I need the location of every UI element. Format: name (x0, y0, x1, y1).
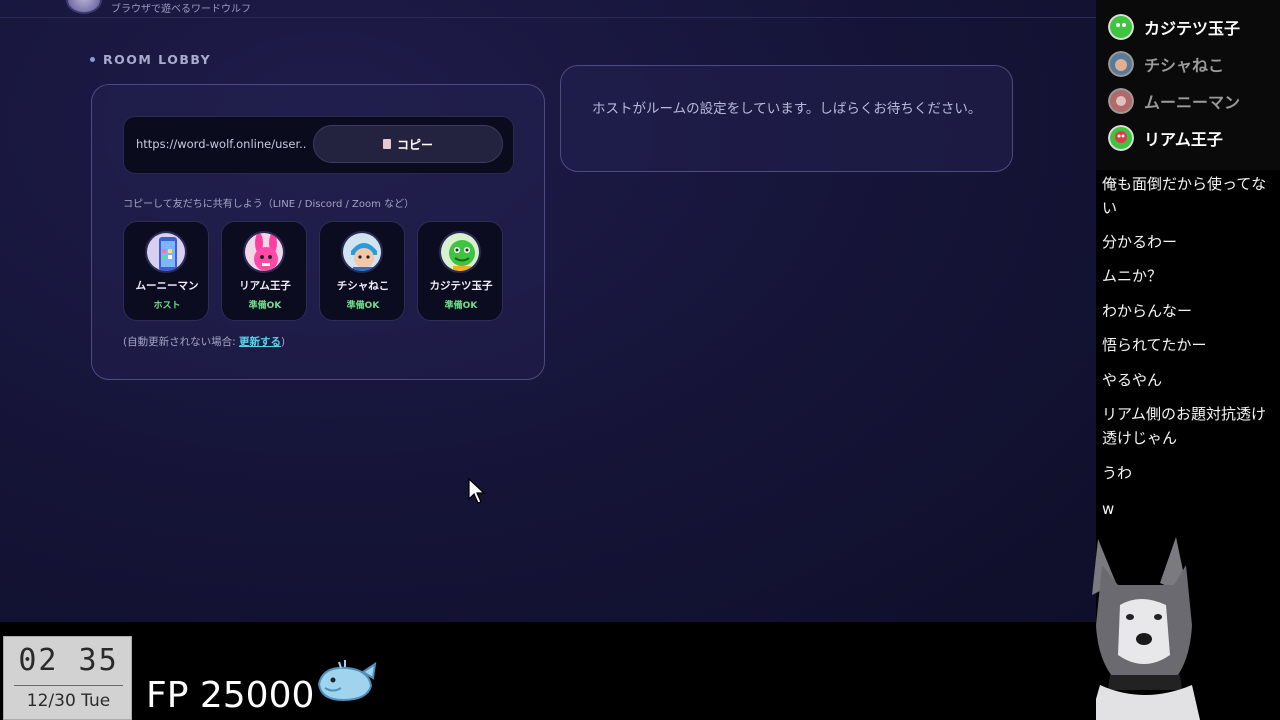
section-label-text: ROOM LOBBY (103, 52, 212, 67)
player-status: 準備OK (346, 301, 380, 311)
room-lobby-label: ROOM LOBBY (90, 52, 211, 67)
pink-rabbit-avatar-icon (243, 231, 285, 273)
auto-update-text: (自動更新されない場合: 更新する) (123, 334, 285, 349)
comment-item: わからんなー (1102, 302, 1193, 320)
copy-button-label: コピー (396, 137, 433, 152)
phone-avatar-icon (145, 231, 187, 273)
player-name: リアム王子 (239, 280, 291, 292)
lobby-panel: https://word-wolf.online/user... コピー コピー… (91, 84, 545, 380)
game-header: ブラウザで遊べるワードウルフ (0, 0, 1096, 18)
player-card: ムーニーマン ホスト (123, 221, 209, 321)
player-status: ホスト (153, 301, 181, 311)
viewer-avatar-icon (1108, 88, 1134, 114)
room-url-box: https://word-wolf.online/user... コピー (123, 116, 514, 174)
comment-item: 俺も面倒だから使ってない (1102, 175, 1267, 217)
auto-update-suffix: ) (280, 336, 286, 348)
viewer-name: カジテツ玉子 (1144, 19, 1241, 38)
player-list: ムーニーマン ホスト リアム王子 準備OK チシャねこ 準備OK カジテツ玉子 … (123, 221, 503, 321)
comment-item: 悟られてたかー (1102, 336, 1207, 354)
clock-date: 12/30 Tue (26, 691, 111, 711)
player-status: 準備OK (248, 301, 282, 311)
room-url-text[interactable]: https://word-wolf.online/user... (136, 137, 306, 151)
refresh-link[interactable]: 更新する (239, 336, 281, 348)
green-dino-avatar-icon (439, 231, 481, 273)
husky-dog-icon (1090, 537, 1200, 720)
bullet-icon (90, 57, 95, 62)
clipboard-icon (382, 139, 391, 149)
viewer-list: カジテツ玉子 チシャねこ ムーニーマン リアム王子 (1096, 0, 1280, 170)
viewer-avatar-icon (1108, 51, 1134, 77)
stream-bottom-bar: 02 35 12/30 Tue FP 25000 (0, 622, 1096, 720)
clock-widget: 02 35 12/30 Tue (3, 636, 132, 720)
player-name: チシャねこ (336, 280, 390, 292)
viewer-name: リアム王子 (1144, 130, 1223, 149)
clock-divider (14, 685, 123, 686)
share-hint: コピーして友だちに共有しよう（LINE / Discord / Zoom など） (123, 199, 415, 210)
comment-item: うわ (1102, 464, 1133, 482)
copy-button[interactable]: コピー (313, 125, 503, 163)
player-card: リアム王子 準備OK (221, 221, 307, 321)
comment-item: やるやん (1102, 371, 1163, 389)
player-name: ムーニーマン (135, 280, 199, 292)
comment-item: ムニか？ (1102, 267, 1163, 285)
blue-character-avatar-icon (341, 231, 383, 273)
auto-update-prefix: (自動更新されない場合: (123, 336, 239, 348)
fp-counter: FP 25000 (146, 675, 315, 716)
viewer-name: チシャねこ (1144, 56, 1225, 75)
player-name: カジテツ玉子 (429, 280, 493, 292)
comment-item: リアム側のお題対抗透け透けじゃん (1102, 405, 1266, 447)
player-card: チシャねこ 準備OK (319, 221, 405, 321)
viewer-item: カジテツ玉子 (1108, 12, 1240, 42)
mouse-cursor-icon (468, 478, 486, 504)
logo-icon (66, 0, 102, 14)
game-screen: ブラウザで遊べるワードウルフ ROOM LOBBY https://word-w… (0, 0, 1096, 622)
viewer-name: ムーニーマン (1144, 93, 1241, 112)
player-card: カジテツ玉子 準備OK (417, 221, 503, 321)
viewer-avatar-icon (1108, 125, 1134, 151)
viewer-avatar-icon (1108, 14, 1134, 40)
host-message-panel: ホストがルームの設定をしています。しばらくお待ちください。 (560, 65, 1013, 172)
tagline: ブラウザで遊べるワードウルフ (111, 4, 251, 15)
viewer-item: リアム王子 (1108, 123, 1223, 153)
player-status: 準備OK (444, 301, 478, 311)
comment-item: 分かるわー (1102, 233, 1178, 251)
viewer-item: ムーニーマン (1108, 86, 1240, 116)
host-message-text: ホストがルームの設定をしています。しばらくお待ちください。 (592, 101, 982, 117)
viewer-item: チシャねこ (1108, 49, 1224, 79)
comment-item: w (1102, 500, 1115, 518)
whale-icon (317, 660, 377, 702)
clock-time: 02 35 (18, 643, 119, 678)
